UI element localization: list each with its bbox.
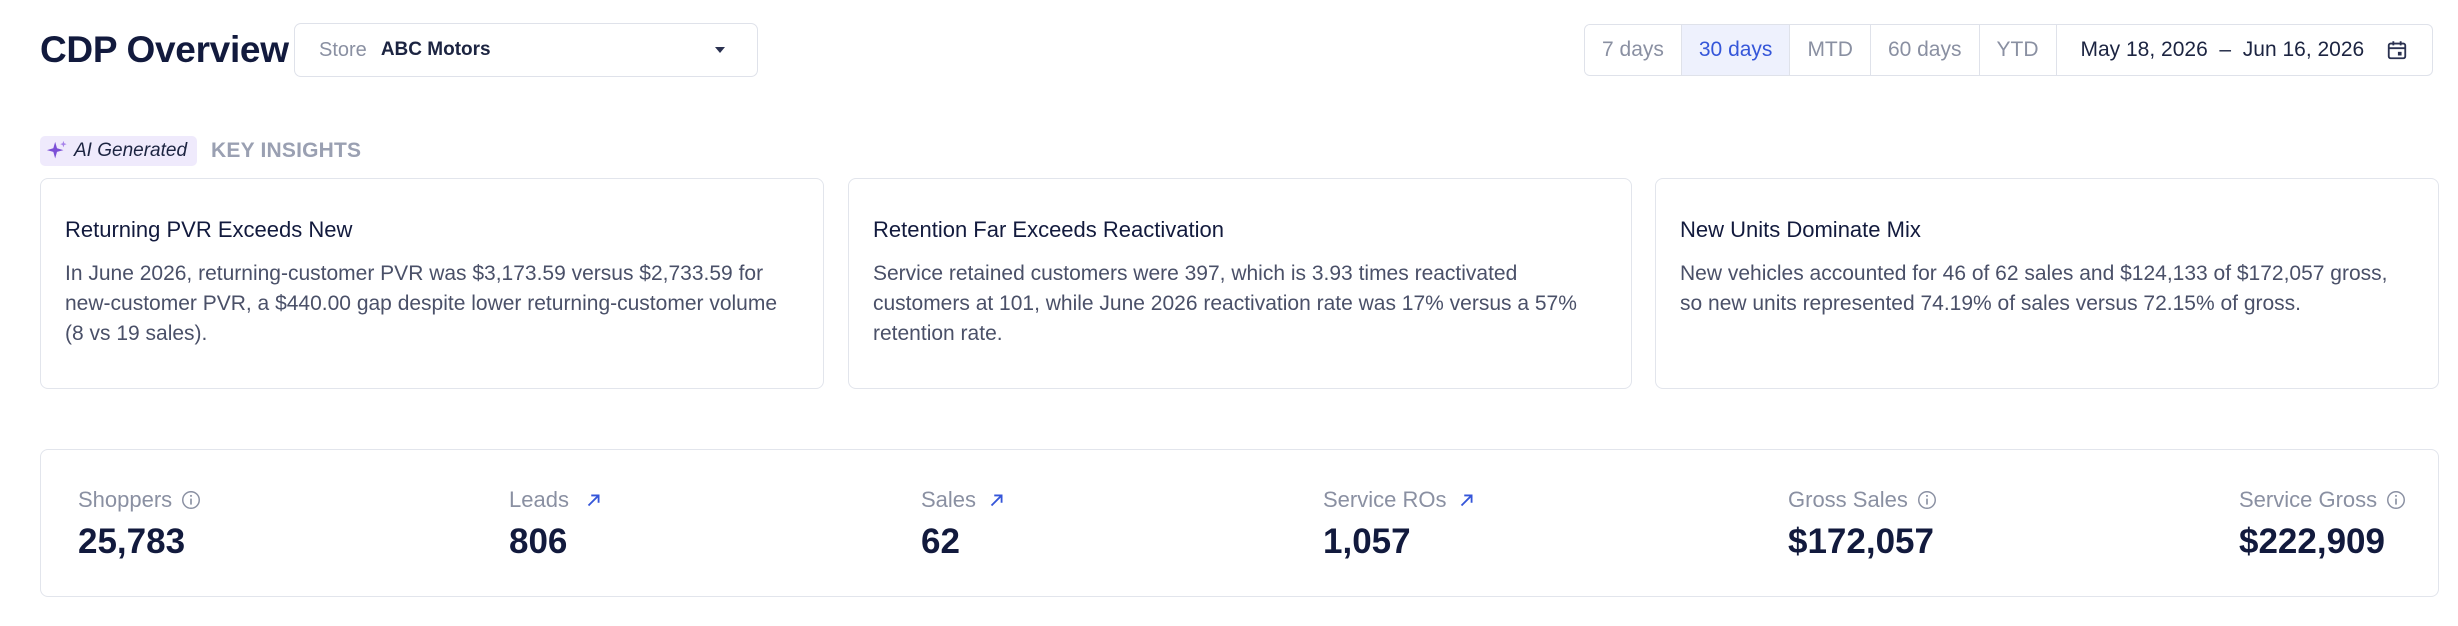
insight-title: Returning PVR Exceeds New [65,217,353,242]
metric-gross-sales: Gross Sales $172,057 [1788,486,1938,562]
arrow-up-right-icon[interactable] [1456,489,1478,511]
insight-card: Retention Far Exceeds Reactivation Servi… [848,178,1632,389]
ai-generated-badge: AI Generated [40,136,198,166]
date-range-text: May 18, 2026 – Jun 16, 2026 [2080,38,2365,61]
info-icon[interactable] [2385,489,2407,511]
ai-generated-label: AI Generated [74,140,188,161]
metric-value: 806 [509,522,568,561]
metric-sales: Sales 62 [921,486,1008,562]
metric-value: 25,783 [78,522,186,561]
metric-label: Shoppers [78,487,173,512]
metric-label: Sales [921,487,977,512]
metric-label: Gross Sales [1788,487,1908,512]
metric-shoppers: Shoppers 25,783 [78,486,202,562]
arrow-up-right-icon[interactable] [583,489,605,511]
key-insights-header: AI Generated KEY INSIGHTS [40,136,361,166]
metric-service-gross: Service Gross $222,909 [2239,486,2407,562]
range-60-days-button[interactable]: 60 days [1870,25,1980,75]
range-7-days-button[interactable]: 7 days [1585,25,1682,75]
store-label: Store [319,38,367,61]
insight-card: Returning PVR Exceeds New In June 2026, … [40,178,824,389]
metric-value: 62 [921,522,960,561]
metric-label: Service ROs [1323,487,1447,512]
insight-body: In June 2026, returning-customer PVR was… [65,262,778,345]
calendar-icon [2387,41,2406,60]
range-ytd-button[interactable]: YTD [1979,25,2057,75]
range-30-days-button[interactable]: 30 days [1681,25,1791,75]
metric-value: 1,057 [1323,522,1411,561]
key-insights-title: KEY INSIGHTS [211,139,362,162]
date-range-picker[interactable]: May 18, 2026 – Jun 16, 2026 [2057,25,2432,75]
caret-down-icon [715,47,725,53]
store-select[interactable]: Store ABC Motors [294,23,758,77]
info-icon[interactable] [180,489,202,511]
insight-body: New vehicles accounted for 46 of 62 sale… [1680,262,2388,315]
range-mtd-button[interactable]: MTD [1790,25,1871,75]
arrow-up-right-icon[interactable] [986,489,1008,511]
metric-leads: Leads 806 [509,486,605,562]
sparkle-icon [46,140,67,159]
page-title: CDP Overview [40,29,289,70]
metric-value: $172,057 [1788,522,1934,561]
metric-service-ros: Service ROs 1,057 [1323,486,1478,562]
metric-label: Leads [509,487,569,512]
metrics-panel: Shoppers 25,783 Leads 806 Sales 62 Servi… [40,449,2439,597]
info-icon[interactable] [1916,489,1938,511]
metric-label: Service Gross [2239,487,2378,512]
date-range-selector: 7 days 30 days MTD 60 days YTD May 18, 2… [1584,24,2433,76]
insight-card: New Units Dominate Mix New vehicles acco… [1655,178,2439,389]
store-value: ABC Motors [380,39,491,60]
insight-title: Retention Far Exceeds Reactivation [873,217,1224,242]
insight-title: New Units Dominate Mix [1680,217,1921,242]
metric-value: $222,909 [2239,522,2385,561]
insight-body: Service retained customers were 397, whi… [873,262,1577,345]
